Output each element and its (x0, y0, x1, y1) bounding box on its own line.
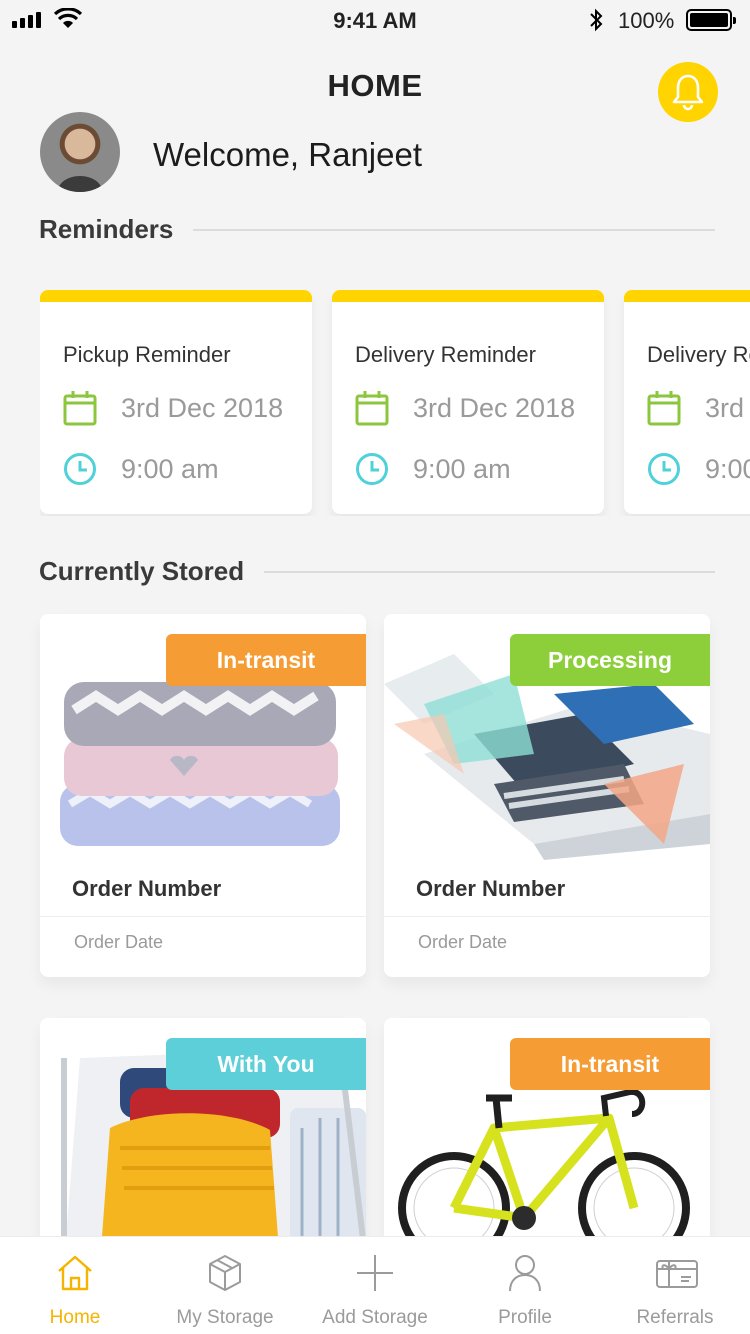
nav-profile[interactable]: Profile (450, 1237, 600, 1334)
divider (193, 228, 716, 231)
reminder-time: 9:00 am (413, 453, 511, 484)
nav-my-storage[interactable]: My Storage (150, 1237, 300, 1334)
order-number: Order Number (416, 876, 566, 901)
status-badge: With You (166, 1038, 366, 1090)
status-badge: In-transit (510, 1038, 710, 1090)
nav-home[interactable]: Home (0, 1237, 150, 1334)
reminder-card[interactable]: Pickup Reminder 3rd Dec 2018 9:00 am (40, 290, 312, 514)
battery-icon (686, 9, 736, 31)
reminder-time-row: 9:00 am (355, 452, 511, 486)
nav-label: Profile (498, 1307, 552, 1328)
nav-add-storage[interactable]: Add Storage (300, 1237, 450, 1334)
calendar-icon (647, 391, 681, 426)
reminder-card[interactable]: Delivery Reminder 3rd Dec 2018 9:00 am (624, 290, 750, 514)
reminder-card[interactable]: Delivery Reminder 3rd Dec 2018 9:00 am (332, 290, 604, 514)
nav-label: Add Storage (322, 1307, 428, 1328)
clock-icon (356, 453, 388, 485)
reminder-title: Delivery Reminder (647, 342, 750, 367)
reminders-heading: Reminders (39, 214, 174, 244)
nav-label: Referrals (636, 1307, 714, 1328)
reminder-time: 9:00 am (705, 453, 750, 484)
nav-referrals[interactable]: Referrals (600, 1237, 750, 1334)
reminder-date-row: 3rd Dec 2018 (647, 390, 750, 426)
reminders-carousel[interactable]: Pickup Reminder 3rd Dec 2018 9:00 am Del… (40, 290, 750, 516)
reminder-time-row: 9:00 am (647, 452, 750, 486)
bell-icon (672, 74, 704, 111)
nav-label: My Storage (176, 1307, 274, 1328)
stored-item-card[interactable]: With You (40, 1018, 366, 1258)
order-date: Order Date (418, 932, 508, 952)
reminder-title: Pickup Reminder (63, 342, 231, 367)
home-icon (58, 1255, 92, 1291)
stored-item-card[interactable]: In-transit Order Number Order Date (40, 614, 366, 977)
order-number: Order Number (72, 876, 222, 901)
reminder-date-row: 3rd Dec 2018 (355, 390, 575, 426)
reminder-title: Delivery Reminder (355, 342, 536, 367)
status-badge: Processing (510, 634, 710, 686)
gift-card-icon (656, 1260, 698, 1288)
stored-item-card[interactable]: Processing Order Number Order Date (384, 614, 710, 977)
box-icon (209, 1255, 241, 1291)
avatar[interactable] (40, 112, 120, 192)
calendar-icon (63, 391, 97, 426)
reminder-time-row: 9:00 am (63, 452, 219, 486)
reminder-time: 9:00 am (121, 453, 219, 484)
calendar-icon (355, 391, 389, 426)
status-bar: 9:41 AM 100% (0, 0, 750, 40)
divider (264, 570, 716, 573)
battery-percent: 100% (618, 8, 675, 33)
user-icon (509, 1255, 541, 1292)
divider (384, 916, 710, 917)
reminder-date: 3rd Dec 2018 (413, 392, 576, 423)
order-date: Order Date (74, 932, 164, 952)
stored-item-card[interactable]: In-transit (384, 1018, 710, 1258)
notification-button[interactable] (658, 62, 718, 122)
reminder-date: 3rd Dec 2018 (121, 392, 284, 423)
bluetooth-icon (590, 8, 603, 32)
divider (40, 916, 366, 917)
welcome-text: Welcome, Ranjeet (153, 136, 423, 173)
stored-header: Currently Stored (39, 556, 716, 587)
page-title: HOME (327, 68, 423, 103)
reminders-header: Reminders (39, 214, 716, 245)
plus-icon (357, 1255, 393, 1291)
nav-label: Home (49, 1307, 101, 1328)
status-badge: In-transit (166, 634, 366, 686)
clock-icon (64, 453, 96, 485)
stored-heading: Currently Stored (39, 556, 245, 586)
clock-icon (648, 453, 680, 485)
bottom-nav: Home My Storage Add Storage Profile Refe… (0, 1236, 750, 1334)
reminder-date-row: 3rd Dec 2018 (63, 390, 283, 426)
reminder-date: 3rd Dec 2018 (705, 392, 750, 423)
